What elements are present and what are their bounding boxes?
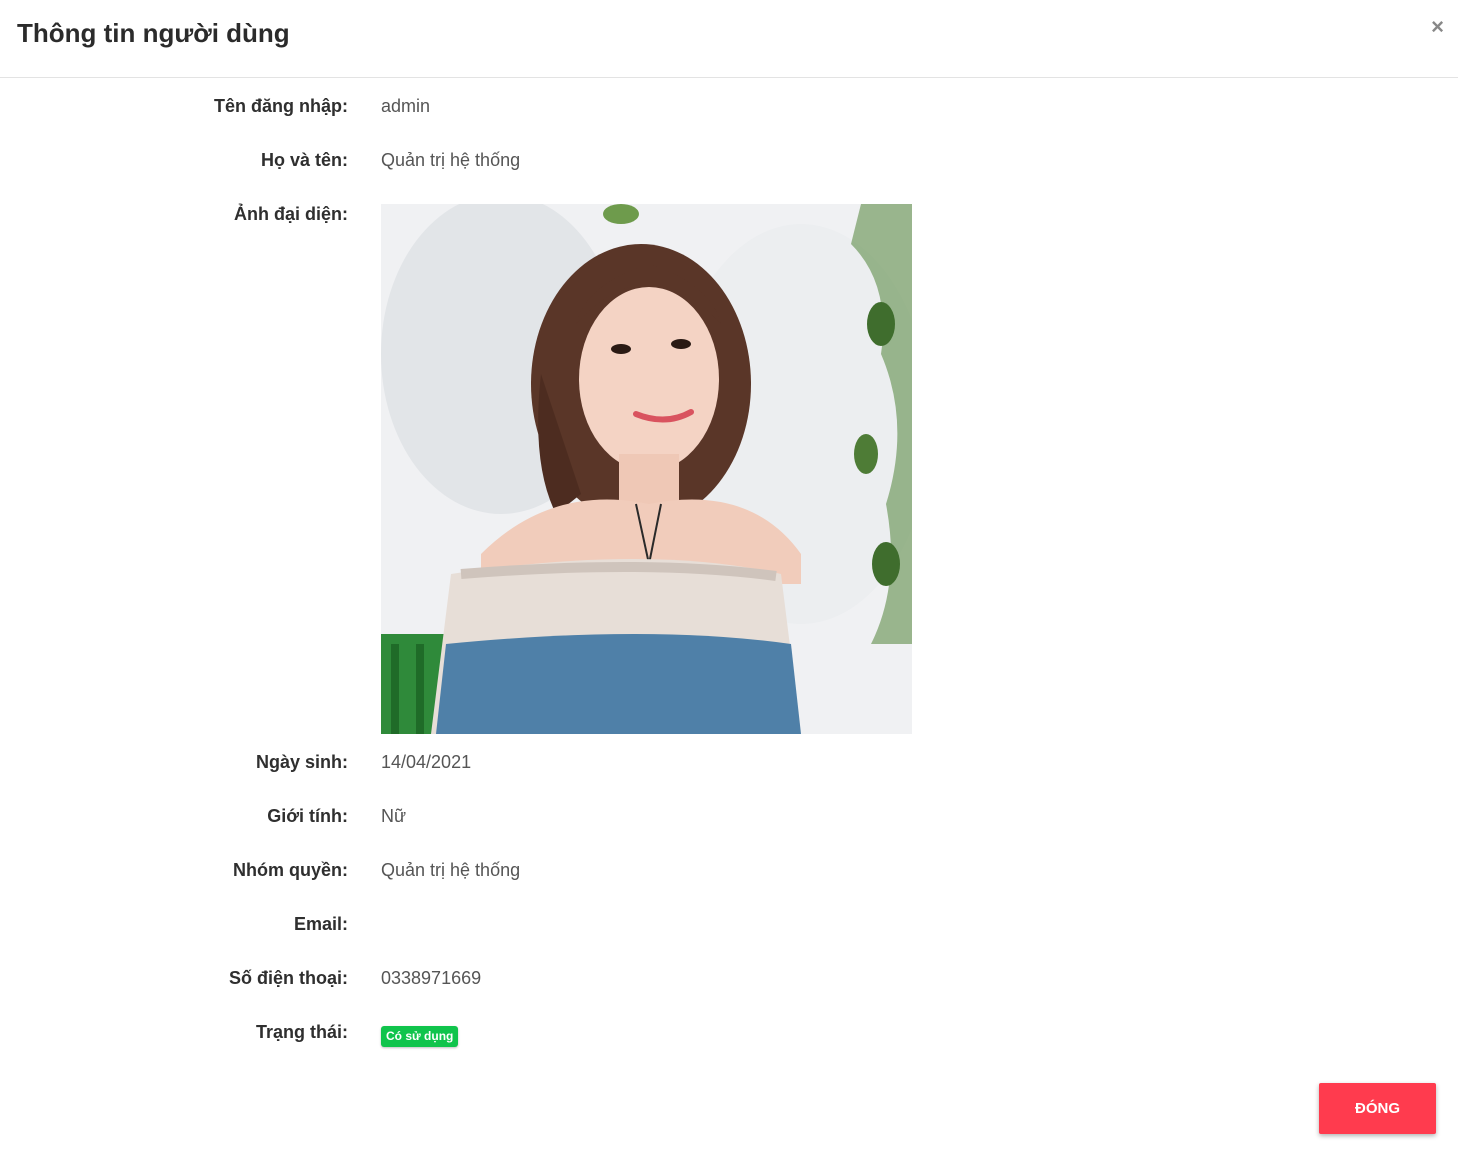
field-phone: Số điện thoại: 0338971669 xyxy=(0,968,1458,998)
role-label: Nhóm quyền: xyxy=(233,860,348,880)
close-icon[interactable]: × xyxy=(1431,16,1444,38)
avatar-label: Ảnh đại diện: xyxy=(234,204,348,224)
username-label: Tên đăng nhập: xyxy=(214,96,348,116)
avatar-image xyxy=(381,204,912,734)
email-label: Email: xyxy=(293,914,348,934)
phone-value: 0338971669 xyxy=(381,968,482,988)
gender-value: Nữ xyxy=(381,806,407,826)
birthday-value: 14/04/2021 xyxy=(381,752,472,772)
field-status: Trạng thái: xyxy=(0,1022,1458,1052)
field-role: Nhóm quyền: Quản trị hệ thống xyxy=(0,860,1458,890)
birthday-label: Ngày sinh: xyxy=(255,752,348,772)
role-value: Quản trị hệ thống xyxy=(381,860,521,880)
phone-label: Số điện thoại: xyxy=(229,968,348,988)
status-badge: Có sử dụng xyxy=(381,1026,459,1047)
close-button[interactable]: ĐÓNG xyxy=(1319,1083,1436,1134)
field-fullname: Họ và tên: Quản trị hệ thống xyxy=(0,150,1458,180)
user-info-modal: Thông tin người dùng × Tên đăng nhập: ad… xyxy=(0,0,1458,1170)
field-username: Tên đăng nhập: admin xyxy=(0,96,1458,126)
field-email: Email: xyxy=(0,914,1458,944)
field-gender: Giới tính: Nữ xyxy=(0,806,1458,836)
username-value: admin xyxy=(381,96,431,116)
field-birthday: Ngày sinh: 14/04/2021 xyxy=(0,752,1458,782)
status-label: Trạng thái: xyxy=(255,1022,348,1042)
gender-label: Giới tính: xyxy=(267,806,348,826)
modal-title: Thông tin người dùng xyxy=(17,18,290,48)
fullname-value: Quản trị hệ thống xyxy=(381,150,521,170)
modal-header: Thông tin người dùng × xyxy=(0,0,1458,78)
fullname-label: Họ và tên: xyxy=(260,150,348,170)
